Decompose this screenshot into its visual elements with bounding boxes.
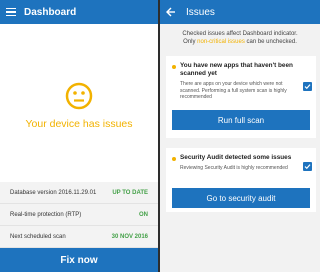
issue-card-unscanned-apps: You have new apps that haven't been scan… [166, 56, 316, 138]
issue-title: Security Audit detected some issues [180, 154, 292, 161]
dashboard-screen: Dashboard Your device has issues Databas… [0, 0, 158, 272]
issues-screen: Issues Checked issues affect Dashboard i… [160, 0, 320, 272]
note-line-2: Only non-critical issues can be unchecke… [166, 38, 314, 46]
issue-description: Reviewing Security Audit is highly recom… [180, 165, 288, 171]
info-label: Next scheduled scan [10, 233, 66, 240]
go-to-security-audit-button[interactable]: Go to security audit [172, 188, 310, 208]
issues-app-bar: Issues [160, 0, 320, 24]
info-value: ON [139, 211, 148, 218]
info-label: Real-time protection (RTP) [10, 211, 82, 218]
warning-dot-icon [172, 157, 176, 161]
device-status: Your device has issues [0, 24, 158, 180]
issue-title: You have new apps that haven't been scan… [180, 62, 293, 77]
note-line-1: Checked issues affect Dashboard indicato… [182, 31, 298, 37]
status-message: Your device has issues [25, 118, 133, 130]
dashboard-title: Dashboard [24, 6, 77, 18]
info-row-database: Database version 2016.11.29.01 UP TO DAT… [0, 182, 158, 204]
warning-dot-icon [172, 65, 176, 69]
checkmark-icon [304, 84, 311, 90]
fix-now-button[interactable]: Fix now [0, 248, 158, 272]
note-suffix: can be unchecked. [244, 39, 297, 45]
back-arrow-icon[interactable] [166, 7, 176, 17]
info-row-rtp: Real-time protection (RTP) ON [0, 204, 158, 226]
issues-title: Issues [186, 6, 215, 18]
protection-info: Database version 2016.11.29.01 UP TO DAT… [0, 182, 158, 248]
screenshot-frame: Dashboard Your device has issues Databas… [0, 0, 320, 272]
note-highlight: non-critical issues [197, 39, 245, 45]
run-full-scan-button[interactable]: Run full scan [172, 110, 310, 130]
info-value: UP TO DATE [112, 189, 148, 196]
issue-checkbox[interactable] [303, 162, 312, 171]
note-prefix: Only [183, 39, 198, 45]
checkmark-icon [304, 164, 311, 170]
info-value: 30 NOV 2016 [111, 233, 148, 240]
neutral-face-icon [65, 82, 93, 110]
dashboard-app-bar: Dashboard [0, 0, 158, 24]
issue-description: There are apps on your device which were… [180, 81, 287, 100]
menu-icon[interactable] [6, 7, 16, 17]
issues-note: Checked issues affect Dashboard indicato… [160, 24, 320, 46]
info-label: Database version 2016.11.29.01 [10, 189, 97, 196]
issue-card-security-audit: Security Audit detected some issues Revi… [166, 148, 316, 212]
issue-checkbox[interactable] [303, 82, 312, 91]
info-row-scheduled-scan: Next scheduled scan 30 NOV 2016 [0, 226, 158, 248]
